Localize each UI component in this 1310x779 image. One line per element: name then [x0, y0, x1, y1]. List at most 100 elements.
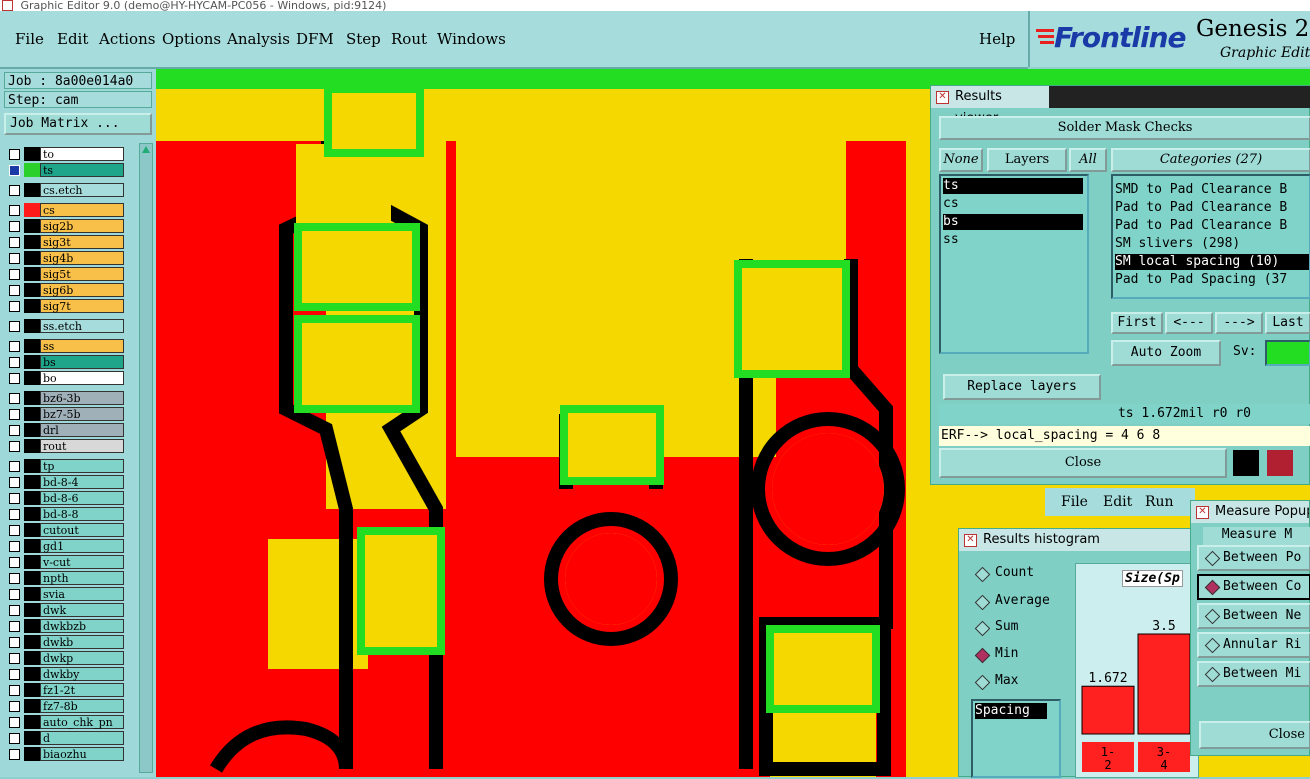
radio-average[interactable] — [974, 594, 991, 611]
layer-row-fz1-2t[interactable]: fz1-2t — [6, 683, 124, 698]
layer-checkbox[interactable] — [9, 541, 20, 552]
category-item[interactable]: Pad to Pad Spacing (37 — [1115, 272, 1309, 288]
result-layer-item[interactable]: cs — [943, 196, 1083, 212]
layer-row-to[interactable]: to — [6, 147, 124, 162]
layer-checkbox[interactable] — [9, 461, 20, 472]
layer-row-auto_chk_pn[interactable]: auto_chk_pn — [6, 715, 124, 730]
menu-step[interactable]: Step — [346, 30, 381, 48]
layer-row-tp[interactable]: tp — [6, 459, 124, 474]
layer-row-v-cut[interactable]: v-cut — [6, 555, 124, 570]
layer-row-ss.etch[interactable]: ss.etch — [6, 319, 124, 334]
layer-row-bd-8-8[interactable]: bd-8-8 — [6, 507, 124, 522]
layer-checkbox[interactable] — [9, 653, 20, 664]
layer-row-sig6b[interactable]: sig6b — [6, 283, 124, 298]
menu-windows[interactable]: Windows — [437, 30, 506, 48]
layer-checkbox[interactable] — [9, 589, 20, 600]
radio-min[interactable] — [974, 647, 991, 664]
layer-checkbox[interactable] — [9, 425, 20, 436]
layer-row-bd-8-6[interactable]: bd-8-6 — [6, 491, 124, 506]
layer-checkbox[interactable] — [9, 477, 20, 488]
menu-options[interactable]: Options — [162, 30, 221, 48]
layer-checkbox[interactable] — [9, 409, 20, 420]
measure-close-button[interactable]: Close — [1199, 721, 1310, 749]
report-icon[interactable] — [1267, 450, 1293, 476]
layer-checkbox[interactable] — [9, 685, 20, 696]
layer-checkbox[interactable] — [9, 509, 20, 520]
sv-color-field[interactable] — [1265, 340, 1310, 366]
layer-checkbox[interactable] — [9, 285, 20, 296]
layer-row-cutout[interactable]: cutout — [6, 523, 124, 538]
layer-row-bz6-3b[interactable]: bz6-3b — [6, 391, 124, 406]
layer-checkbox[interactable] — [9, 149, 20, 160]
layer-checkbox[interactable] — [9, 493, 20, 504]
layer-row-sig2b[interactable]: sig2b — [6, 219, 124, 234]
layer-checkbox[interactable] — [9, 341, 20, 352]
replace-layers-select[interactable]: Replace layers — [943, 374, 1101, 400]
menu-run[interactable]: Run — [1145, 494, 1174, 510]
layer-checkbox[interactable] — [9, 717, 20, 728]
scroll-up-icon[interactable] — [142, 146, 150, 153]
menu-analysis[interactable]: Analysis — [227, 30, 290, 48]
first-button[interactable]: First — [1111, 312, 1163, 334]
menu-actions[interactable]: Actions — [99, 30, 155, 48]
layer-checkbox[interactable] — [9, 253, 20, 264]
none-button[interactable]: None — [939, 148, 983, 172]
layer-row-dwkp[interactable]: dwkp — [6, 651, 124, 666]
layer-row-fz7-8b[interactable]: fz7-8b — [6, 699, 124, 714]
layer-row-npth[interactable]: npth — [6, 571, 124, 586]
layer-row-sig4b[interactable]: sig4b — [6, 251, 124, 266]
layer-checkbox[interactable] — [9, 185, 20, 196]
layer-checkbox[interactable] — [9, 301, 20, 312]
histogram-bar[interactable] — [1137, 633, 1191, 735]
category-item[interactable]: SM slivers (298) — [1115, 236, 1309, 252]
menu-dfm[interactable]: DFM — [296, 30, 334, 48]
layer-list-scrollbar[interactable] — [139, 143, 153, 773]
layer-checkbox[interactable] — [9, 525, 20, 536]
highlight-icon[interactable] — [1233, 450, 1259, 476]
menu-help[interactable]: Help — [979, 30, 1015, 48]
layer-row-rout[interactable]: rout — [6, 439, 124, 454]
radio-count[interactable] — [974, 566, 991, 583]
layer-checkbox[interactable] — [9, 205, 20, 216]
layer-checkbox[interactable] — [9, 373, 20, 384]
layer-checkbox[interactable] — [9, 269, 20, 280]
layer-checkbox[interactable] — [9, 605, 20, 616]
result-layer-item[interactable]: bs — [943, 214, 1083, 230]
spacing-list[interactable]: Spacing — [971, 699, 1061, 778]
layer-row-svia[interactable]: svia — [6, 587, 124, 602]
category-list[interactable]: SMD to Pad Clearance B Pad to Pad Cleara… — [1111, 174, 1310, 299]
layer-row-bd-8-4[interactable]: bd-8-4 — [6, 475, 124, 490]
radio-max[interactable] — [974, 674, 991, 691]
layer-row-sig7t[interactable]: sig7t — [6, 299, 124, 314]
menu-edit[interactable]: Edit — [57, 30, 88, 48]
layer-row-d[interactable]: d — [6, 731, 124, 746]
layer-row-biaozhu[interactable]: biaozhu — [6, 747, 124, 762]
layer-row-sig5t[interactable]: sig5t — [6, 267, 124, 282]
layer-checkbox[interactable] — [9, 669, 20, 680]
layer-checkbox[interactable] — [9, 165, 20, 176]
layer-checkbox[interactable] — [9, 393, 20, 404]
layer-checkbox[interactable] — [9, 637, 20, 648]
layer-checkbox[interactable] — [9, 749, 20, 760]
category-item[interactable]: SM local spacing (10) — [1115, 254, 1309, 270]
layer-row-ss[interactable]: ss — [6, 339, 124, 354]
auto-zoom-select[interactable]: Auto Zoom — [1111, 340, 1221, 366]
next-button[interactable]: ---> — [1215, 312, 1263, 334]
prev-button[interactable]: <--- — [1165, 312, 1213, 334]
spacing-item[interactable]: Spacing — [975, 703, 1047, 719]
last-button[interactable]: Last — [1265, 312, 1310, 334]
layer-checkbox[interactable] — [9, 321, 20, 332]
layer-checkbox[interactable] — [9, 357, 20, 368]
layer-checkbox[interactable] — [9, 237, 20, 248]
all-button[interactable]: All — [1069, 148, 1107, 172]
layer-checkbox[interactable] — [9, 441, 20, 452]
layer-row-bs[interactable]: bs — [6, 355, 124, 370]
layer-row-bo[interactable]: bo — [6, 371, 124, 386]
layer-row-ts[interactable]: ts — [6, 163, 124, 178]
layer-row-bz7-5b[interactable]: bz7-5b — [6, 407, 124, 422]
menu-file[interactable]: File — [1061, 494, 1088, 510]
layer-row-cs[interactable]: cs — [6, 203, 124, 218]
radio-sum[interactable] — [974, 620, 991, 637]
close-button[interactable]: Close — [939, 448, 1227, 478]
result-layer-item[interactable]: ss — [943, 232, 1083, 248]
